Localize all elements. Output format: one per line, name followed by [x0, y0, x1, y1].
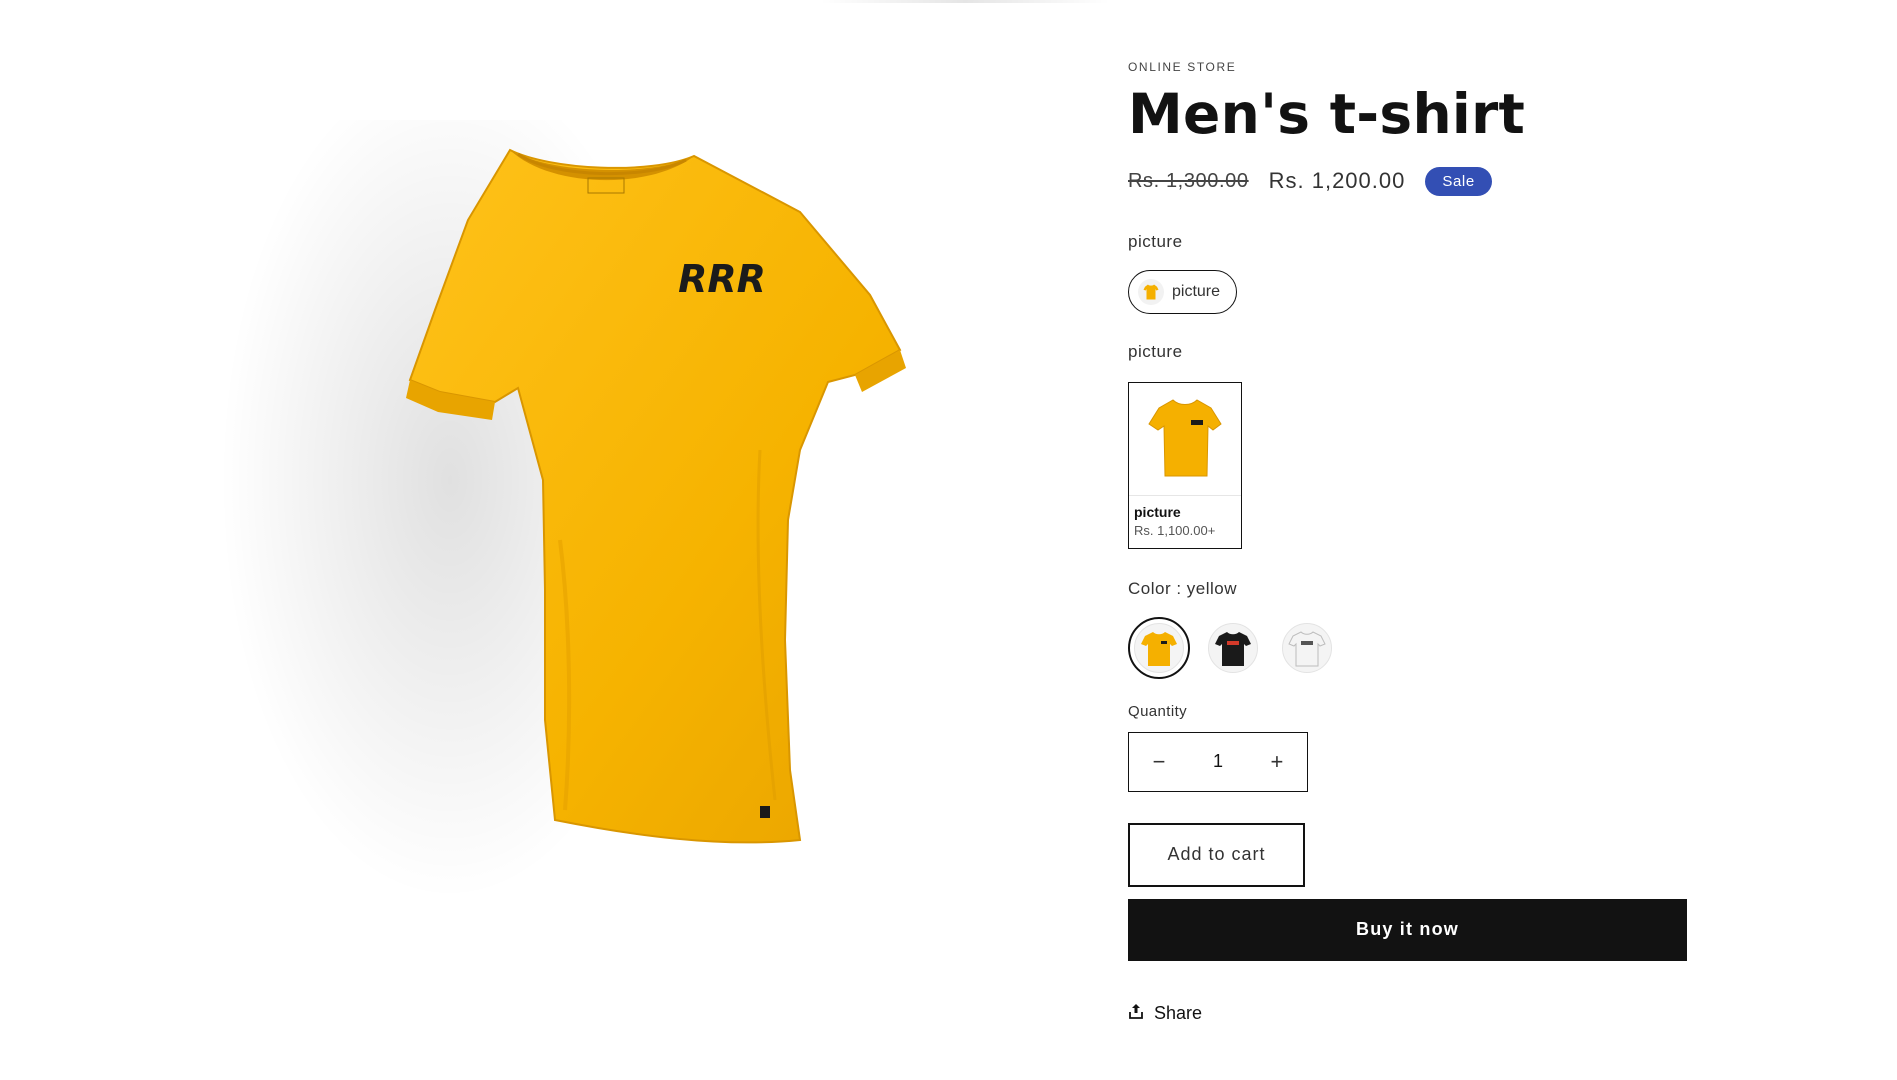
- swatch-white[interactable]: [1276, 617, 1338, 679]
- color-swatches: [1128, 616, 1688, 679]
- sale-badge: Sale: [1425, 166, 1492, 196]
- swatch-yellow[interactable]: [1128, 616, 1190, 679]
- product-title: Men's t-shirt: [1128, 82, 1526, 146]
- price-row: Rs. 1,300.00 Rs. 1,200.00 Sale: [1128, 166, 1688, 196]
- color-label: Color : yellow: [1128, 578, 1238, 598]
- card-tshirt-image: [1129, 383, 1241, 496]
- tshirt-image: RRR: [220, 120, 906, 900]
- quantity-value[interactable]: 1: [1213, 751, 1223, 772]
- sale-price: Rs. 1,200.00: [1268, 168, 1406, 193]
- share-button[interactable]: Share: [1128, 1003, 1688, 1024]
- minus-icon[interactable]: −: [1129, 733, 1189, 791]
- quantity-stepper: − 1 +: [1128, 731, 1308, 792]
- regular-price: Rs. 1,300.00: [1128, 169, 1249, 192]
- top-divider: [820, 0, 1110, 3]
- vendor-label: ONLINE STORE: [1128, 60, 1237, 74]
- quantity-label: Quantity: [1128, 702, 1188, 720]
- tshirt-thumbnail-icon: [1138, 278, 1164, 305]
- card-title: picture: [1134, 503, 1181, 520]
- picture-option-card[interactable]: picture Rs. 1,100.00+: [1128, 381, 1242, 549]
- picture-option-pill[interactable]: picture: [1128, 269, 1238, 314]
- tshirt-print-text: RRR: [678, 257, 766, 301]
- add-to-cart-button[interactable]: Add to cart: [1128, 822, 1305, 887]
- product-info: ONLINE STORE Men's t-shirt Rs. 1,300.00 …: [1128, 60, 1688, 1024]
- share-icon: [1128, 1003, 1144, 1024]
- option-label-picture: picture: [1128, 231, 1183, 251]
- picture-pill-label: picture: [1172, 282, 1221, 300]
- plus-icon[interactable]: +: [1247, 733, 1307, 791]
- product-image[interactable]: RRR: [200, 120, 930, 940]
- option-label-picture-2: picture: [1128, 341, 1183, 361]
- card-price: Rs. 1,100.00+: [1134, 522, 1216, 538]
- swatch-black[interactable]: [1202, 617, 1264, 679]
- buy-it-now-button[interactable]: Buy it now: [1128, 898, 1687, 961]
- share-label: Share: [1154, 1002, 1203, 1023]
